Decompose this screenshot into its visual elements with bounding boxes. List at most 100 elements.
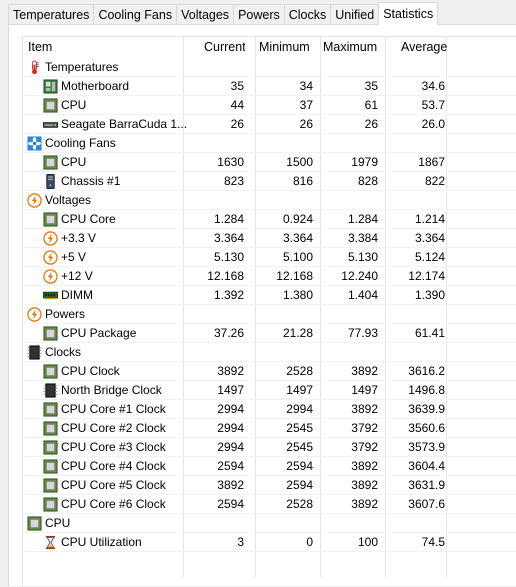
motherboard-icon	[43, 79, 58, 94]
table-row[interactable]: CPU Core #6 Clock 2594 2528 3892 3607.6	[23, 495, 516, 514]
row-label: +3.3 V	[61, 231, 97, 245]
table-row[interactable]: CPU Package 37.26 21.28 77.93 61.41	[23, 324, 516, 343]
current-value: 3	[237, 535, 244, 549]
current-value: 3892	[217, 364, 244, 378]
row-label: CPU Core #6 Clock	[61, 497, 166, 511]
row-label: North Bridge Clock	[61, 383, 162, 397]
row-label: CPU Clock	[61, 364, 120, 378]
tab-bar: Temperatures Cooling Fans Voltages Power…	[8, 2, 439, 25]
average-value: 1.214	[414, 212, 445, 226]
row-label: CPU Core #3 Clock	[61, 440, 166, 454]
average-value: 3560.6	[408, 421, 445, 435]
average-value: 3.364	[414, 231, 445, 245]
tab-cooling-fans[interactable]: Cooling Fans	[93, 4, 178, 24]
minimum-value: 5.100	[282, 250, 313, 264]
current-value: 2994	[217, 402, 244, 416]
chip-icon	[43, 364, 58, 379]
group-row-voltages[interactable]: Voltages	[23, 191, 516, 210]
table-header: Item Current Minimum Maximum Average	[23, 38, 516, 57]
maximum-value: 77.93	[347, 326, 378, 340]
chip-icon	[27, 516, 42, 531]
column-header-minimum[interactable]: Minimum	[259, 38, 319, 57]
chip-icon	[43, 459, 58, 474]
table-row[interactable]: Chassis #1 823 816 828 822	[23, 172, 516, 191]
average-value: 1496.8	[408, 383, 445, 397]
maximum-value: 61	[364, 98, 378, 112]
chip-icon	[43, 98, 58, 113]
tab-statistics[interactable]: Statistics	[378, 2, 439, 25]
current-value: 2594	[217, 459, 244, 473]
current-value: 35	[230, 79, 244, 93]
table-row[interactable]: North Bridge Clock 1497 1497 1497 1496.8	[23, 381, 516, 400]
tab-temperatures[interactable]: Temperatures	[8, 4, 95, 24]
current-value: 2994	[217, 440, 244, 454]
current-value: 3.364	[213, 231, 244, 245]
average-value: 3604.4	[408, 459, 445, 473]
minimum-value: 2545	[286, 421, 313, 435]
group-row-powers[interactable]: Powers	[23, 305, 516, 324]
column-header-current[interactable]: Current	[204, 38, 245, 57]
column-header-average[interactable]: Average	[401, 38, 451, 57]
group-row-temperatures[interactable]: Temperatures	[23, 58, 516, 77]
maximum-value: 3792	[351, 440, 378, 454]
table-row[interactable]: CPU 1630 1500 1979 1867	[23, 153, 516, 172]
table-row[interactable]: CPU Core #3 Clock 2994 2545 3792 3573.9	[23, 438, 516, 457]
current-value: 1.392	[213, 288, 244, 302]
row-label: CPU Core #1 Clock	[61, 402, 166, 416]
chip-icon	[43, 326, 58, 341]
table-row[interactable]: +5 V 5.130 5.100 5.130 5.124	[23, 248, 516, 267]
row-label: Temperatures	[45, 60, 119, 74]
clock-chip-icon	[27, 345, 42, 360]
maximum-value: 35	[364, 79, 378, 93]
tab-powers[interactable]: Powers	[233, 4, 285, 24]
table-row[interactable]: Motherboard 35 34 35 34.6	[23, 77, 516, 96]
row-label: Powers	[45, 307, 86, 321]
minimum-value: 2528	[286, 364, 313, 378]
table-row[interactable]: +12 V 12.168 12.168 12.240 12.174	[23, 267, 516, 286]
maximum-value: 3.384	[347, 231, 378, 245]
maximum-value: 12.240	[341, 269, 378, 283]
current-value: 12.168	[207, 269, 244, 283]
minimum-value: 34	[299, 79, 313, 93]
current-value: 3892	[217, 478, 244, 492]
group-row-cooling-fans[interactable]: Cooling Fans	[23, 134, 516, 153]
tab-clocks[interactable]: Clocks	[283, 4, 332, 24]
statistics-panel: Item Current Minimum Maximum Average Tem…	[8, 24, 516, 587]
table-row[interactable]: Seagate BarraCuda 1... 26 26 26 26.0	[23, 115, 516, 134]
group-row-cpu[interactable]: CPU	[23, 514, 516, 533]
fan-icon	[27, 136, 42, 151]
average-value: 822	[424, 174, 445, 188]
table-row[interactable]: CPU Clock 3892 2528 3892 3616.2	[23, 362, 516, 381]
minimum-value: 1500	[286, 155, 313, 169]
current-value: 1630	[217, 155, 244, 169]
table-row[interactable]: CPU Core #5 Clock 3892 2594 3892 3631.9	[23, 476, 516, 495]
group-row-clocks[interactable]: Clocks	[23, 343, 516, 362]
column-header-item[interactable]: Item	[28, 38, 188, 57]
table-row[interactable]: CPU Core #1 Clock 2994 2994 3892 3639.9	[23, 400, 516, 419]
average-value: 3631.9	[408, 478, 445, 492]
row-label: +5 V	[61, 250, 87, 264]
table-row[interactable]: CPU Core 1.284 0.924 1.284 1.214	[23, 210, 516, 229]
minimum-value: 12.168	[276, 269, 313, 283]
table-row[interactable]: CPU Core #2 Clock 2994 2545 3792 3560.6	[23, 419, 516, 438]
average-value: 3573.9	[408, 440, 445, 454]
column-header-maximum[interactable]: Maximum	[323, 38, 383, 57]
maximum-value: 1.404	[347, 288, 378, 302]
table-row[interactable]: CPU Utilization 3 0 100 74.5	[23, 533, 516, 552]
table-row[interactable]: +3.3 V 3.364 3.364 3.384 3.364	[23, 229, 516, 248]
memory-icon	[43, 288, 58, 303]
chip-icon	[43, 478, 58, 493]
table-row[interactable]: CPU 44 37 61 53.7	[23, 96, 516, 115]
row-label: Motherboard	[61, 79, 130, 93]
hourglass-icon	[43, 535, 58, 550]
table-row[interactable]: DIMM 1.392 1.380 1.404 1.390	[23, 286, 516, 305]
table-row[interactable]: CPU Core #4 Clock 2594 2594 3892 3604.4	[23, 457, 516, 476]
minimum-value: 26	[299, 117, 313, 131]
minimum-value: 2594	[286, 478, 313, 492]
row-label: CPU Core	[61, 212, 116, 226]
lightning-icon	[27, 307, 42, 322]
statistics-table: Item Current Minimum Maximum Average Tem…	[22, 36, 516, 587]
average-value: 3639.9	[408, 402, 445, 416]
tab-voltages[interactable]: Voltages	[176, 4, 235, 24]
tab-unified[interactable]: Unified	[330, 4, 380, 24]
